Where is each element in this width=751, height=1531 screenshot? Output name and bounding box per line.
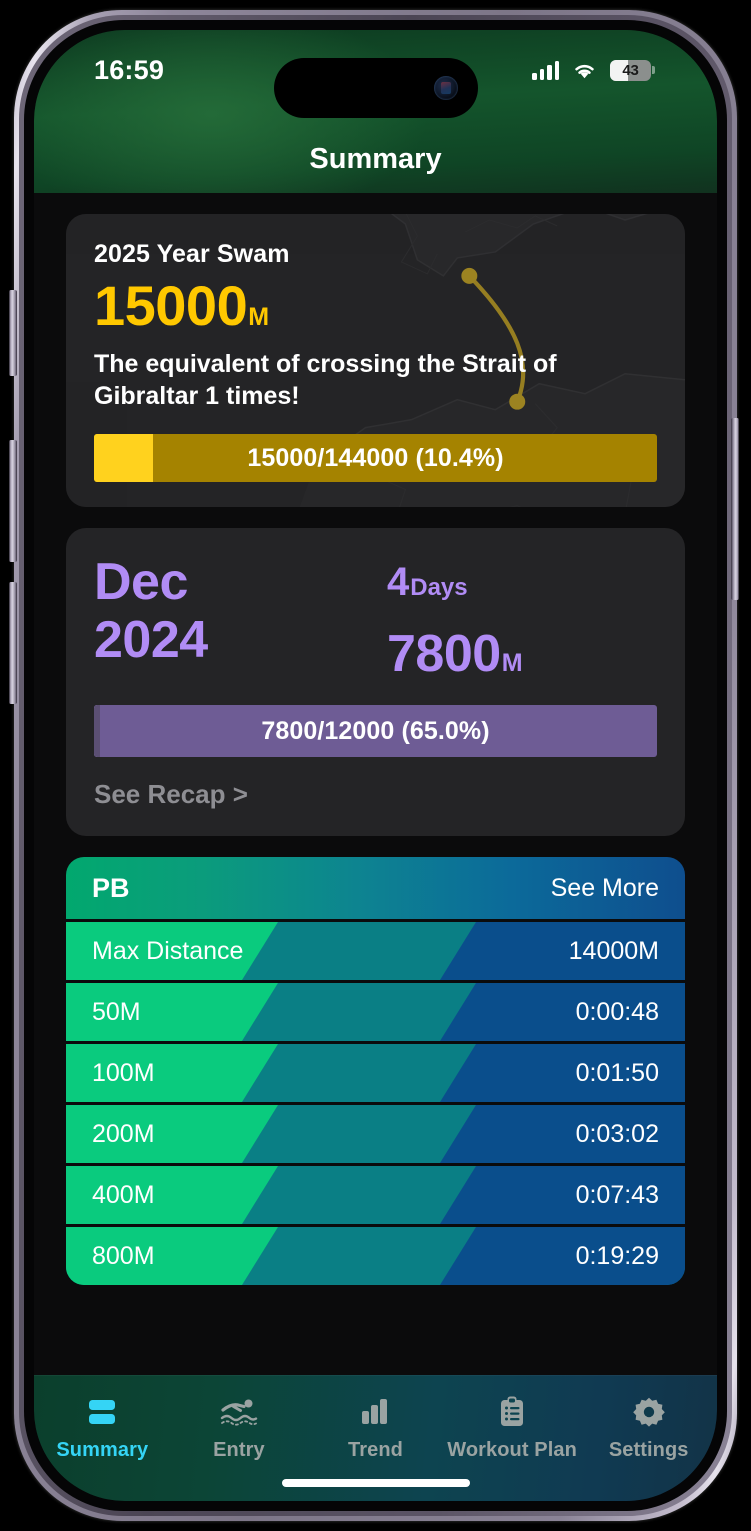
screenshot-stage: 16:59 43 Summary 2025 Year Swam 15000 M … [0, 0, 751, 1531]
year-equivalence-text: The equivalent of crossing the Strait of… [94, 350, 557, 410]
page-title: Summary [309, 143, 442, 175]
month-year: 2024 [94, 611, 208, 670]
pb-row-value: 0:07:43 [575, 1180, 659, 1209]
month-days-label: Days [410, 574, 468, 601]
month-days-value: 4 [387, 560, 410, 604]
battery-icon: 43 [610, 59, 655, 81]
navigation-header: 16:59 43 Summary [34, 30, 717, 193]
tab-trend-label: Trend [348, 1439, 403, 1461]
scroll-content[interactable]: 2025 Year Swam 15000 M The equivalent of … [34, 193, 717, 1375]
year-progress-bar: 15000/144000 (10.4%) [94, 434, 657, 482]
power-button[interactable] [731, 418, 739, 600]
pb-row[interactable]: 800M 0:19:29 [66, 1227, 685, 1285]
pb-row[interactable]: 100M 0:01:50 [66, 1044, 685, 1102]
month-stats-row: Dec 2024 4 Days 7800 M [94, 553, 657, 680]
pb-row-label: 400M [92, 1180, 155, 1209]
month-days: 4 Days [387, 562, 657, 602]
month-progress-segment [98, 705, 100, 757]
phone-screen: 16:59 43 Summary 2025 Year Swam 15000 M … [34, 30, 717, 1501]
pb-row-label: 100M [92, 1058, 155, 1087]
pb-row[interactable]: Max Distance 14000M [66, 922, 685, 980]
pb-row-value: 0:03:02 [575, 1119, 659, 1148]
tab-workout-plan-label: Workout Plan [447, 1439, 577, 1461]
month-name: Dec [94, 553, 188, 611]
month-progress-bar: 7800/12000 (65.0%) [94, 705, 657, 757]
summary-rows-icon [85, 1395, 119, 1429]
pb-row-label: 50M [92, 997, 141, 1026]
year-progress-fill [94, 434, 153, 482]
tab-settings-label: Settings [608, 1439, 689, 1461]
pb-row-label: 800M [92, 1241, 155, 1270]
wifi-icon [572, 61, 597, 80]
volume-down-button[interactable] [9, 582, 17, 704]
front-camera-lens-icon [433, 76, 458, 100]
pb-row-label: 200M [92, 1119, 155, 1148]
clipboard-icon [498, 1395, 526, 1429]
year-progress-label: 15000/144000 (10.4%) [247, 443, 504, 472]
pb-row-value: 0:19:29 [575, 1241, 659, 1270]
action-button[interactable] [9, 290, 17, 376]
pb-row[interactable]: 400M 0:07:43 [66, 1166, 685, 1224]
month-progress-segments [94, 705, 100, 757]
status-bar-indicators: 43 [532, 59, 655, 81]
month-date-block: Dec 2024 [94, 553, 379, 670]
pb-row-value: 0:01:50 [575, 1058, 659, 1087]
bottom-tab-bar: Summary Entry Trend Workout Plan Setting… [34, 1375, 717, 1501]
pb-title: PB [92, 872, 130, 903]
pb-row-value: 0:00:48 [575, 997, 659, 1026]
month-summary-card[interactable]: Dec 2024 4 Days 7800 M 7800/12000 (65.0%… [66, 528, 685, 836]
home-indicator[interactable] [281, 1479, 470, 1487]
swimmer-icon [220, 1395, 258, 1429]
month-metrics-block: 4 Days 7800 M [379, 556, 657, 680]
bar-chart-icon [359, 1395, 391, 1429]
tab-summary[interactable]: Summary [34, 1395, 171, 1462]
pb-card-header: PB See More [66, 857, 685, 919]
pb-see-more-button[interactable]: See More [551, 874, 659, 903]
year-distance-unit: M [248, 303, 269, 331]
see-recap-link[interactable]: See Recap > [94, 779, 657, 810]
month-distance-value: 7800 [387, 625, 501, 683]
month-distance-unit: M [501, 649, 523, 677]
dynamic-island [273, 58, 478, 118]
year-distance-value: 15000 [94, 274, 248, 337]
pb-row-list: Max Distance 14000M 50M 0:00:48 100M 0:01:50 2… [66, 922, 685, 1285]
month-progress-label: 7800/12000 (65.0%) [261, 716, 490, 745]
tab-trend[interactable]: Trend [307, 1395, 444, 1462]
personal-best-card: PB See More Max Distance 14000M 50M 0:00:48… [66, 857, 685, 1285]
tab-entry-label: Entry [213, 1439, 265, 1461]
gear-icon [632, 1395, 665, 1429]
app-root: 16:59 43 Summary 2025 Year Swam 15000 M … [34, 30, 717, 1501]
tab-entry[interactable]: Entry [171, 1395, 308, 1462]
battery-level: 43 [622, 61, 639, 79]
tab-summary-label: Summary [56, 1439, 149, 1461]
pb-row[interactable]: 50M 0:00:48 [66, 983, 685, 1041]
pb-row[interactable]: 200M 0:03:02 [66, 1105, 685, 1163]
cellular-signal-icon [532, 60, 559, 80]
pb-row-value: 14000M [568, 936, 659, 965]
tab-settings[interactable]: Settings [580, 1395, 717, 1462]
pb-row-label: Max Distance [92, 936, 244, 965]
status-bar-time: 16:59 [94, 54, 165, 85]
month-distance: 7800 M [387, 628, 657, 680]
tab-workout-plan[interactable]: Workout Plan [444, 1395, 581, 1462]
year-card-label: 2025 Year Swam [94, 240, 290, 268]
year-distance: 15000 M [94, 278, 657, 334]
volume-up-button[interactable] [9, 440, 17, 562]
year-summary-card[interactable]: 2025 Year Swam 15000 M The equivalent of … [66, 214, 685, 507]
